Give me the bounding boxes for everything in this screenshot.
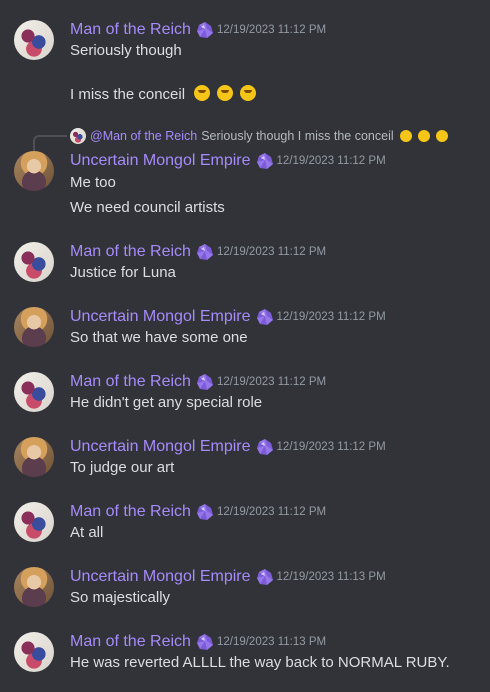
message-text: So majestically xyxy=(70,589,171,606)
message-text: At all xyxy=(70,524,104,541)
message-text: He was reverted ALLLL the way back to NO… xyxy=(70,654,450,671)
reply-connector xyxy=(33,135,67,151)
message-text: To judge our art xyxy=(70,459,175,476)
hugging-face-emoji-icon[interactable] xyxy=(240,85,257,101)
message-text: Justice for Luna xyxy=(70,264,176,281)
timestamp: 12/19/2023 11:12 PM xyxy=(216,376,327,388)
reply-avatar xyxy=(70,128,86,144)
hugging-face-emoji-icon xyxy=(435,130,448,142)
timestamp: 12/19/2023 11:13 PM xyxy=(276,571,386,583)
timestamp: 12/19/2023 11:12 PM xyxy=(216,506,327,518)
timestamp: 12/19/2023 11:12 PM xyxy=(216,24,327,36)
message-text: Me too xyxy=(70,174,116,191)
username[interactable]: Man of the Reich xyxy=(70,21,191,39)
purple-gem-badge-icon xyxy=(255,568,275,586)
username[interactable]: Uncertain Mongol Empire xyxy=(70,308,251,326)
avatar[interactable] xyxy=(14,372,54,412)
timestamp: 12/19/2023 11:12 PM xyxy=(276,155,386,167)
avatar[interactable] xyxy=(14,242,54,282)
purple-gem-badge-icon xyxy=(195,21,215,39)
username[interactable]: Man of the Reich xyxy=(70,373,191,391)
avatar[interactable] xyxy=(14,502,54,542)
username[interactable]: Man of the Reich xyxy=(70,633,191,651)
timestamp: 12/19/2023 11:12 PM xyxy=(276,441,386,453)
message-text-line: I miss the conceil xyxy=(70,85,263,105)
reply-preview[interactable]: @Man of the Reich Seriously though I mis… xyxy=(70,127,448,145)
username[interactable]: Uncertain Mongol Empire xyxy=(70,568,251,586)
purple-gem-badge-icon xyxy=(195,503,215,521)
reply-text: Seriously though I miss the conceil xyxy=(201,129,394,143)
purple-gem-badge-icon xyxy=(195,243,215,261)
hugging-face-emoji-icon[interactable] xyxy=(217,85,234,101)
username[interactable]: Uncertain Mongol Empire xyxy=(70,152,251,170)
timestamp: 12/19/2023 11:12 PM xyxy=(276,311,386,323)
timestamp: 12/19/2023 11:13 PM xyxy=(216,636,327,648)
hugging-face-emoji-icon xyxy=(417,130,430,142)
username[interactable]: Man of the Reich xyxy=(70,503,191,521)
avatar[interactable] xyxy=(14,567,54,607)
message-text: He didn't get any special role xyxy=(70,394,263,411)
username[interactable]: Uncertain Mongol Empire xyxy=(70,438,251,456)
purple-gem-badge-icon xyxy=(255,152,275,170)
avatar[interactable] xyxy=(14,20,54,60)
hugging-face-emoji-icon[interactable] xyxy=(194,85,211,101)
message-text: Seriously though xyxy=(70,42,182,59)
message-text: So that we have some one xyxy=(70,329,248,346)
timestamp: 12/19/2023 11:12 PM xyxy=(216,246,327,258)
reply-mention[interactable]: @Man of the Reich xyxy=(90,129,197,143)
purple-gem-badge-icon xyxy=(255,438,275,456)
avatar[interactable] xyxy=(14,307,54,347)
avatar[interactable] xyxy=(14,437,54,477)
username[interactable]: Man of the Reich xyxy=(70,243,191,261)
avatar[interactable] xyxy=(14,151,54,191)
purple-gem-badge-icon xyxy=(195,373,215,391)
hugging-face-emoji-icon xyxy=(399,130,412,142)
purple-gem-badge-icon xyxy=(195,633,215,651)
avatar[interactable] xyxy=(14,632,54,672)
purple-gem-badge-icon xyxy=(255,308,275,326)
message-text: We need council artists xyxy=(70,199,225,216)
message-text: I miss the conceil xyxy=(70,86,186,103)
